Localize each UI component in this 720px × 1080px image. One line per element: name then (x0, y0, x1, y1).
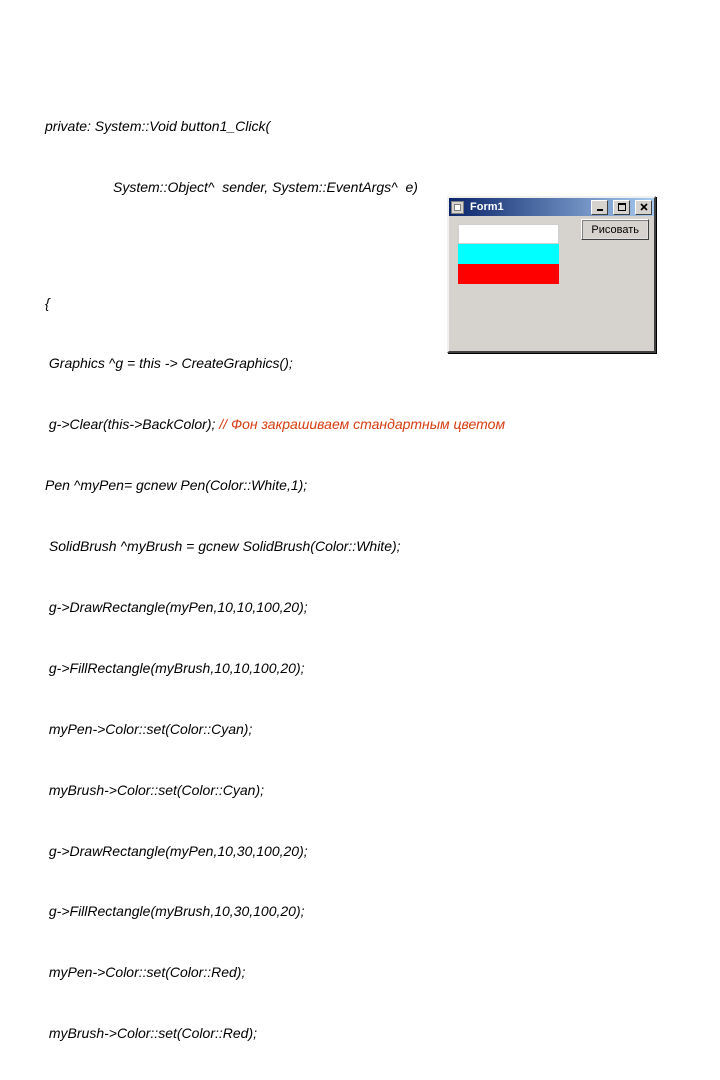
flag-stripe-cyan (458, 244, 559, 264)
close-button[interactable] (635, 200, 652, 215)
code-line: Pen ^myPen= gcnew Pen(Color::White,1); (45, 475, 505, 495)
code-line: g->DrawRectangle(myPen,10,10,100,20); (45, 597, 505, 617)
code-listing: private: System::Void button1_Click( Sys… (45, 35, 505, 1080)
code-line: myBrush->Color::set(Color::Red); (45, 1023, 505, 1043)
code-line: g->Clear(this->BackColor); // Фон закраш… (45, 414, 505, 434)
code-line: myBrush->Color::set(Color::Cyan); (45, 780, 505, 800)
code-line: private: System::Void button1_Click( (45, 116, 505, 136)
code-line: SolidBrush ^myBrush = gcnew SolidBrush(C… (45, 536, 505, 556)
draw-button-label: Рисовать (591, 224, 639, 236)
minimize-icon (596, 203, 604, 211)
code-line: g->FillRectangle(myBrush,10,30,100,20); (45, 901, 505, 921)
title-bar[interactable]: Form1 (449, 198, 654, 216)
code-line: Graphics ^g = this -> CreateGraphics(); (45, 353, 505, 373)
code-line: g->DrawRectangle(myPen,10,30,100,20); (45, 841, 505, 861)
minimize-button[interactable] (591, 200, 608, 215)
maximize-button[interactable] (613, 200, 630, 215)
code-line: g->FillRectangle(myBrush,10,10,100,20); (45, 658, 505, 678)
form1-window: Form1 Рисовать (447, 196, 656, 353)
client-area: Рисовать (449, 216, 654, 351)
draw-button[interactable]: Рисовать (581, 219, 649, 240)
code-line: myPen->Color::set(Color::Cyan); (45, 719, 505, 739)
flag-stripe-white (458, 224, 559, 244)
close-icon (640, 203, 648, 211)
code-line: System::Object^ sender, System::EventArg… (45, 177, 505, 197)
code-line: myPen->Color::set(Color::Red); (45, 962, 505, 982)
app-icon (451, 201, 464, 214)
code-line: { (45, 293, 505, 313)
flag-stripe-red (458, 264, 559, 284)
window-title: Form1 (468, 201, 586, 213)
maximize-icon (618, 203, 626, 211)
